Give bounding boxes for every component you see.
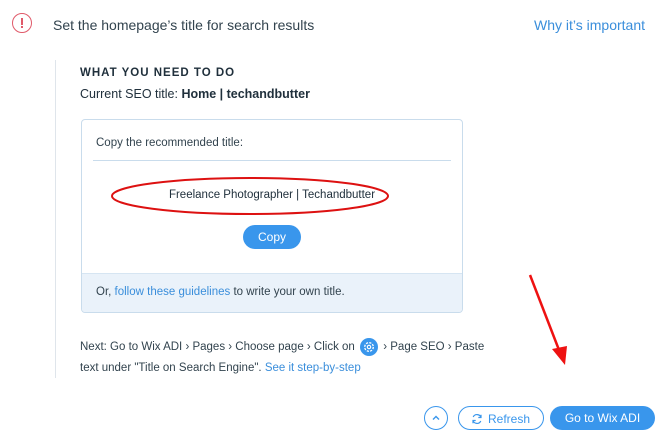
step-by-step-link[interactable]: See it step-by-step [265,362,361,374]
card-label: Copy the recommended title: [96,137,244,149]
next-steps-text: Next: Go to Wix ADI › Pages › Choose pag… [80,337,490,379]
footer-text: Or, follow these guidelines to write you… [96,286,345,298]
card-body: Freelance Photographer | Techandbutter C… [93,161,451,274]
gear-icon [360,337,379,356]
why-important-link[interactable]: Why it’s important [534,17,645,33]
copy-button[interactable]: Copy [243,225,301,249]
guidelines-link[interactable]: follow these guidelines [115,286,231,298]
section-heading: WHAT YOU NEED TO DO [80,67,236,79]
card-footer: Or, follow these guidelines to write you… [82,273,462,312]
step-rail [55,60,56,378]
red-arrow-head [552,346,567,365]
task-title: Set the homepage’s title for search resu… [53,17,315,33]
recommended-title: Freelance Photographer | Techandbutter [168,189,376,201]
alert-icon [12,13,32,33]
current-seo-value: Home | techandbutter [181,87,310,101]
red-arrow-line [528,274,561,351]
go-to-wix-adi-button[interactable]: Go to Wix ADI [550,406,655,430]
refresh-icon [472,413,482,425]
chevron-up-icon [432,415,440,420]
refresh-label: Refresh [488,412,531,426]
current-seo-title: Current SEO title: Home | techandbutter [80,87,310,101]
recommended-title-card: Copy the recommended title: Freelance Ph… [81,119,463,313]
collapse-button[interactable] [424,406,448,430]
refresh-button[interactable]: Refresh [458,406,544,430]
current-seo-label: Current SEO title: [80,87,182,101]
